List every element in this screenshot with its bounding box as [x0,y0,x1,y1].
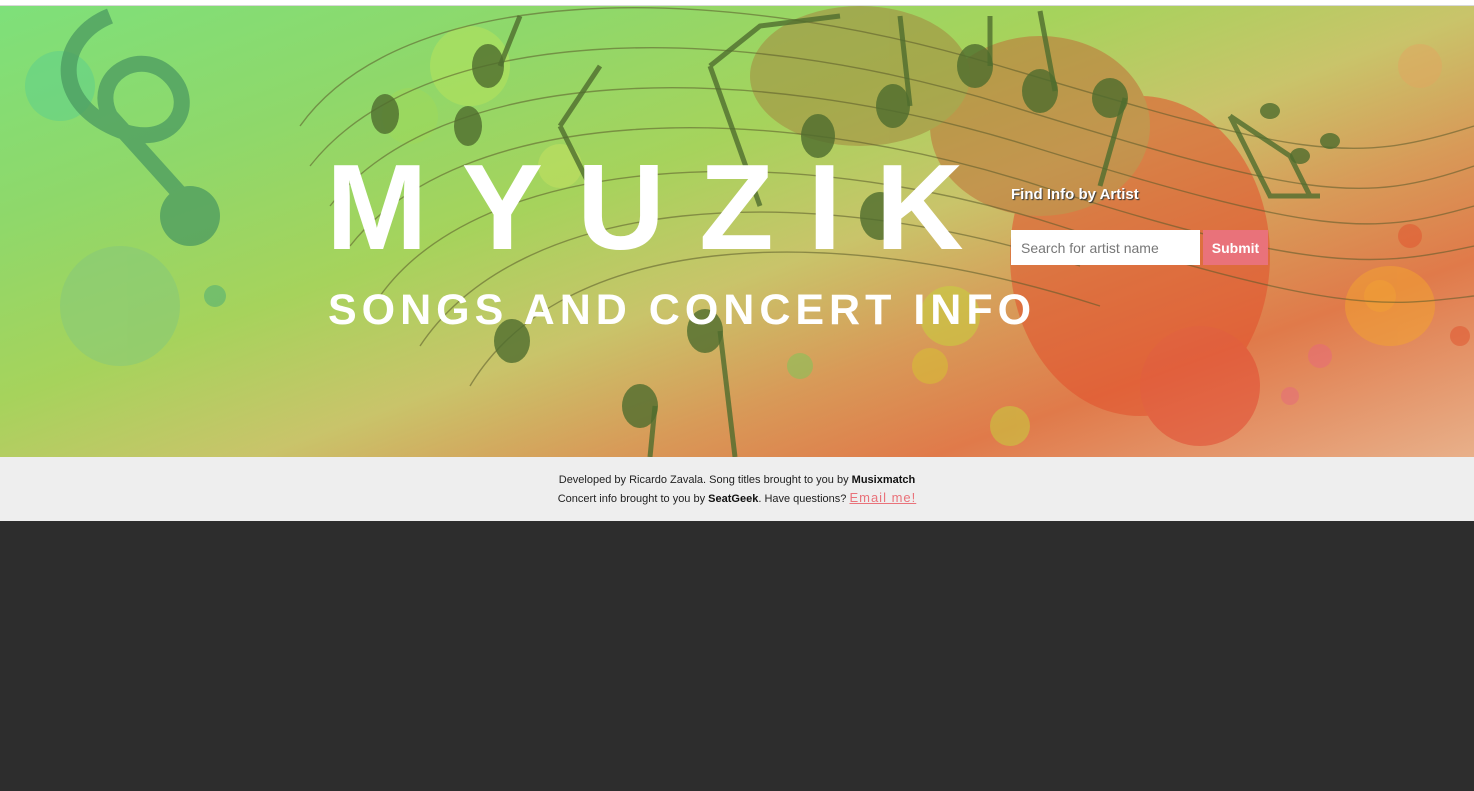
site-subtitle: SONGS AND CONCERT INFO [328,286,1037,334]
site-title: MYUZIK [326,139,998,275]
footer-questions-text: . Have questions? [758,493,850,505]
footer-concert-text: Concert info brought to you by [557,493,709,505]
email-me-link[interactable]: Email me! [849,490,916,505]
musixmatch-credit: Musixmatch [851,474,916,486]
footer: Developed by Ricardo Zavala. Song titles… [0,457,1474,521]
footer-credits-line: Developed by Ricardo Zavala. Song titles… [0,474,1474,486]
footer-credits-text: Developed by Ricardo Zavala. Song titles… [558,474,852,486]
search-heading: Find Info by Artist [1011,186,1139,203]
footer-concert-line: Concert info brought to you by SeatGeek.… [0,490,1474,505]
submit-button[interactable]: Submit [1203,230,1268,265]
artist-search-input[interactable] [1011,230,1200,265]
seatgeek-credit: SeatGeek [708,493,759,505]
hero-banner: MYUZIK SONGS AND CONCERT INFO Find Info … [0,6,1474,457]
empty-content-area [0,521,1474,791]
